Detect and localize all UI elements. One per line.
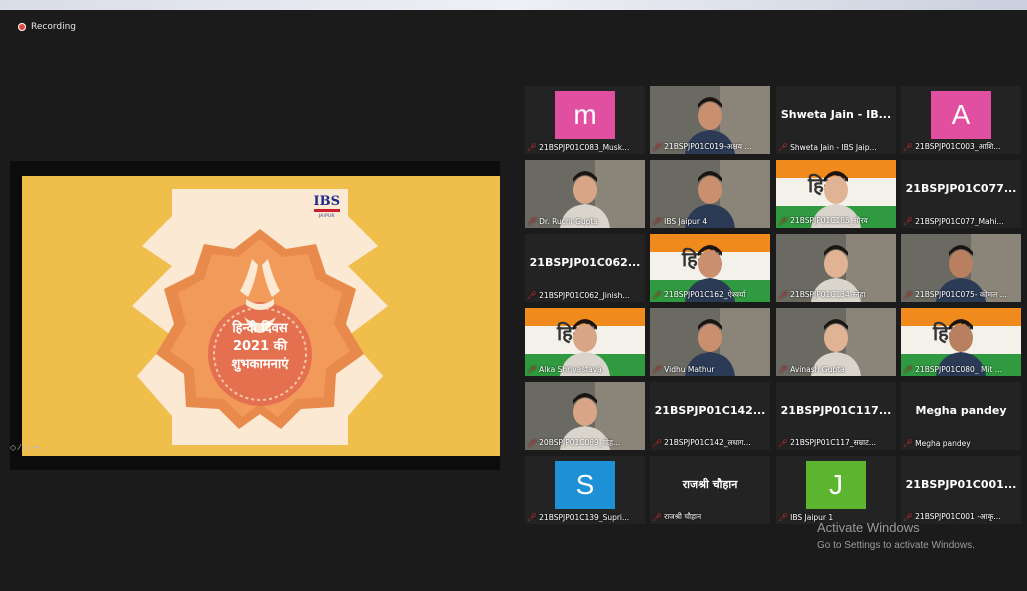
participant-name-label: 🎤︎ 21BSPJP01C139_Supri... bbox=[527, 513, 630, 522]
screen-share-view[interactable]: IBS JAIPUR हिन्दी दिवस 2021 की शुभकामनाए… bbox=[10, 161, 500, 470]
participant-display-name: 21BSPJP01C062... bbox=[529, 255, 641, 269]
participant-name-label: 🎤︎ 21BSPJP01C080_ Mit ... bbox=[903, 365, 1002, 374]
participant-name-label: 🎤︎ Vidhu Mathur bbox=[652, 365, 715, 374]
mic-muted-icon: 🎤︎ bbox=[903, 365, 914, 374]
mic-muted-icon: 🎤︎ bbox=[652, 365, 663, 374]
mic-muted-icon: 🎤︎ bbox=[652, 217, 663, 226]
recording-label: Recording bbox=[31, 22, 77, 32]
mic-muted-icon: 🎤︎ bbox=[903, 142, 914, 152]
mic-muted-icon: 🎤︎ bbox=[652, 512, 663, 522]
participant-name-label: 🎤︎ 21BSPJP01C062_Jinish... bbox=[527, 291, 630, 300]
participant-tile[interactable]: Shweta Jain - IB... 🎤︎ Shweta Jain - IBS J… bbox=[776, 86, 896, 154]
participant-tile[interactable]: 21BSPJP01C142... 🎤︎ 21BSPJP01C142_लधाग... bbox=[650, 382, 770, 450]
participant-name-label: 🎤︎ Shweta Jain - IBS Jaip... bbox=[778, 143, 877, 152]
activate-windows-title: Activate Windows bbox=[817, 520, 920, 535]
participant-name-label: 🎤︎ 20BSPJP01C089_मोह... bbox=[527, 438, 621, 448]
participant-name-label: 🎤︎ Megha pandey bbox=[903, 439, 971, 448]
participant-tile[interactable]: 🎤︎ Dr. Ruchi Gupta bbox=[525, 160, 645, 228]
participant-tile[interactable]: 🎤︎ 21BSPJP01C075- कोमल ... bbox=[901, 234, 1021, 302]
participant-name-label: 🎤︎ Dr. Ruchi Gupta bbox=[527, 217, 598, 226]
mic-muted-icon: 🎤︎ bbox=[778, 365, 789, 374]
mic-muted-icon: 🎤︎ bbox=[527, 513, 538, 522]
participant-tile[interactable]: 🎤︎ Avinash Gupta bbox=[776, 308, 896, 376]
shared-slide: IBS JAIPUR हिन्दी दिवस 2021 की शुभकामनाए… bbox=[22, 176, 500, 456]
participant-tile[interactable]: S 🎤︎ 21BSPJP01C139_Supri... bbox=[525, 456, 645, 524]
participant-tile[interactable]: हिन्दी🎤︎21BSPJP01C080_ Mit ... bbox=[901, 308, 1021, 376]
mic-muted-icon: 🎤︎ bbox=[527, 438, 538, 448]
participant-tile[interactable]: 21BSPJP01C077... 🎤︎ 21BSPJP01C077_Mahi... bbox=[901, 160, 1021, 228]
participant-tile[interactable]: A 🎤︎ 21BSPJP01C003_आशि... bbox=[901, 86, 1021, 154]
participant-tile[interactable]: 🎤︎ Vidhu Mathur bbox=[650, 308, 770, 376]
mic-muted-icon: 🎤︎ bbox=[652, 290, 663, 300]
participant-tile[interactable]: J 🎤︎ IBS Jaipur 1 bbox=[776, 456, 896, 524]
participant-tile[interactable]: 21BSPJP01C117... 🎤︎ 21BSPJP01C117_सम्राट..… bbox=[776, 382, 896, 450]
mic-muted-icon: 🎤︎ bbox=[778, 290, 789, 300]
participant-display-name: 21BSPJP01C142... bbox=[654, 403, 766, 417]
participant-tile[interactable]: हिन्दी🎤︎Alka Shrivastava bbox=[525, 308, 645, 376]
mic-muted-icon: 🎤︎ bbox=[527, 291, 538, 300]
window-top-strip bbox=[0, 0, 1027, 10]
participant-tile[interactable]: 🎤︎ 20BSPJP01C089_मोह... bbox=[525, 382, 645, 450]
participant-name-label: 🎤︎ 21BSPJP01C134-स्नेहा bbox=[778, 290, 866, 300]
participant-avatar: S bbox=[555, 461, 615, 509]
mic-muted-icon: 🎤︎ bbox=[527, 143, 538, 152]
participant-avatar: m bbox=[555, 91, 615, 139]
participant-tile[interactable]: राजश्री चौहान 🎤︎ राजश्री चौहान bbox=[650, 456, 770, 524]
mic-muted-icon: 🎤︎ bbox=[903, 439, 914, 448]
participant-display-name: राजश्री चौहान bbox=[682, 477, 738, 491]
greeting-card: IBS JAIPUR हिन्दी दिवस 2021 की शुभकामनाए… bbox=[156, 189, 364, 445]
participant-name-label: 🎤︎ 21BSPJP01C019-अक्षय ... bbox=[652, 142, 752, 152]
annotation-toolbar[interactable]: ◇ ⁄ ▭ ➜ bbox=[10, 443, 39, 452]
ibs-logo: IBS JAIPUR bbox=[313, 194, 340, 218]
participant-name-label: 🎤︎ 21BSPJP01C001 -आकृ... bbox=[903, 512, 1001, 522]
participant-tile[interactable]: 21BSPJP01C001... 🎤︎ 21BSPJP01C001 -आकृ... bbox=[901, 456, 1021, 524]
participant-name-label: 🎤︎ 21BSPJP01C075- कोमल ... bbox=[903, 290, 1007, 300]
participant-display-name: 21BSPJP01C001... bbox=[905, 477, 1017, 491]
meeting-window: Recording IBS JAIPUR हिन्दी दिवस 2021 की… bbox=[0, 10, 1027, 591]
mic-muted-icon: 🎤︎ bbox=[903, 290, 914, 300]
record-icon bbox=[18, 23, 26, 31]
mic-muted-icon: 🎤︎ bbox=[652, 142, 663, 152]
participant-tile[interactable]: m 🎤︎ 21BSPJP01C083_Musk... bbox=[525, 86, 645, 154]
mic-muted-icon: 🎤︎ bbox=[903, 217, 914, 226]
mic-muted-icon: 🎤︎ bbox=[527, 217, 538, 226]
participant-name-label: 🎤︎ 21BSPJP01C142_लधाग... bbox=[652, 438, 751, 448]
participant-tile[interactable]: 🎤︎ 21BSPJP01C134-स्नेहा bbox=[776, 234, 896, 302]
participant-tile[interactable]: 21BSPJP01C062... 🎤︎ 21BSPJP01C062_Jinish..… bbox=[525, 234, 645, 302]
slide-line-2: 2021 की bbox=[232, 339, 288, 354]
participant-display-name: Megha pandey bbox=[915, 403, 1007, 417]
participant-avatar: J bbox=[806, 461, 866, 509]
participant-name-label: 🎤︎ IBS Jaipur 4 bbox=[652, 217, 708, 226]
slide-line-3: शुभकामनाएं bbox=[231, 357, 289, 372]
participant-name-label: 🎤︎ 21BSPJP01C117_सम्राट... bbox=[778, 438, 877, 448]
recording-indicator[interactable]: Recording bbox=[18, 22, 76, 32]
participant-name-label: 🎤︎ 21BSPJP01C185_सौरव bbox=[778, 216, 868, 226]
activate-windows-subtitle: Go to Settings to activate Windows. bbox=[817, 540, 975, 551]
mic-muted-icon: 🎤︎ bbox=[652, 438, 663, 448]
participant-tile[interactable]: हिन्दी🎤︎21BSPJP01C162_ऐश्वर्या bbox=[650, 234, 770, 302]
participant-tile[interactable]: Megha pandey 🎤︎ Megha pandey bbox=[901, 382, 1021, 450]
mic-muted-icon: 🎤︎ bbox=[778, 513, 789, 522]
participant-avatar: A bbox=[931, 91, 991, 139]
participant-name-label: 🎤︎ Alka Shrivastava bbox=[527, 365, 602, 374]
participant-name-label: 🎤︎ Avinash Gupta bbox=[778, 365, 845, 374]
participant-name-label: 🎤︎ 21BSPJP01C083_Musk... bbox=[527, 143, 630, 152]
participant-tile[interactable]: 🎤︎ IBS Jaipur 4 bbox=[650, 160, 770, 228]
participant-display-name: 21BSPJP01C077... bbox=[905, 181, 1017, 195]
participant-name-label: 🎤︎ 21BSPJP01C003_आशि... bbox=[903, 142, 1001, 152]
participant-tile[interactable]: हिन्दी🎤︎21BSPJP01C185_सौरव bbox=[776, 160, 896, 228]
participant-name-label: 🎤︎ राजश्री चौहान bbox=[652, 512, 702, 522]
participant-display-name: Shweta Jain - IB... bbox=[780, 107, 892, 121]
mic-muted-icon: 🎤︎ bbox=[778, 143, 789, 152]
slide-line-1: हिन्दी दिवस bbox=[232, 321, 288, 336]
mic-muted-icon: 🎤︎ bbox=[778, 216, 789, 226]
participant-display-name: 21BSPJP01C117... bbox=[780, 403, 892, 417]
mic-muted-icon: 🎤︎ bbox=[778, 438, 789, 448]
participant-name-label: 🎤︎ 21BSPJP01C077_Mahi... bbox=[903, 217, 1004, 226]
participant-name-label: 🎤︎ 21BSPJP01C162_ऐश्वर्या bbox=[652, 290, 746, 300]
mic-muted-icon: 🎤︎ bbox=[527, 365, 538, 374]
participant-tile[interactable]: 🎤︎ 21BSPJP01C019-अक्षय ... bbox=[650, 86, 770, 154]
